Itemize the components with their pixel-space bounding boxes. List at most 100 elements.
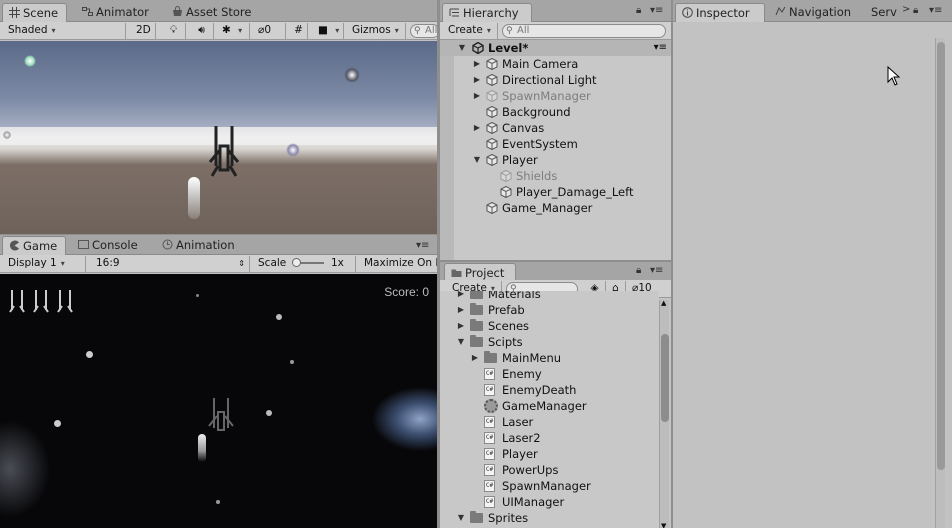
expand-arrow-icon[interactable]: ▼ — [457, 40, 467, 56]
hierarchy-item[interactable]: ▶ Canvas — [440, 120, 671, 136]
expand-arrow-icon[interactable]: ▶ — [456, 318, 466, 334]
hierarchy-item[interactable]: Player_Damage_Left — [440, 184, 671, 200]
scroll-down-icon[interactable]: ▼ — [661, 522, 666, 528]
gizmos-dropdown[interactable]: Gizmos — [348, 23, 406, 39]
hierarchy-item[interactable]: ▶ Directional Light — [440, 72, 671, 88]
aspect-dropdown[interactable]: 16:9 ⇕ — [92, 256, 250, 272]
panel-menu-icon[interactable]: ▾≡ — [416, 240, 429, 251]
expand-arrow-icon[interactable]: ▶ — [470, 350, 480, 366]
inspector-scroll-thumb[interactable] — [937, 42, 945, 470]
camera-dropdown[interactable]: ■ — [314, 23, 344, 39]
csharp-script-icon: C# — [484, 368, 495, 380]
panel-menu-icon[interactable]: ▾≡ — [650, 5, 663, 16]
project-scroll-thumb[interactable] — [661, 334, 669, 422]
project-item[interactable]: ▼ Sprites — [440, 510, 659, 526]
grid-toggle-button[interactable]: # — [290, 23, 308, 39]
updown-icon: ⇕ — [238, 259, 245, 268]
gameobject-cube-icon — [486, 121, 498, 135]
hierarchy-item[interactable]: Game_Manager — [440, 200, 671, 216]
hierarchy-create-button[interactable]: Create — [444, 23, 498, 39]
inspector-scrollbar[interactable] — [935, 38, 945, 528]
expand-arrow-icon[interactable]: ▶ — [456, 302, 466, 318]
expand-arrow-icon[interactable]: ▶ — [472, 88, 482, 104]
hierarchy-item[interactable]: ▶ SpawnManager — [440, 88, 671, 104]
project-item[interactable]: C# UIManager — [440, 494, 659, 510]
scene-root-row[interactable]: ▼ Level* ▾≡ — [440, 40, 671, 56]
shading-dropdown[interactable]: Shaded — [4, 23, 126, 39]
star — [216, 500, 220, 504]
aspect-label: 16:9 — [96, 257, 120, 269]
tab-scroll-right-icon[interactable]: > — [902, 4, 910, 15]
scale-control[interactable]: Scale 1x — [254, 256, 356, 272]
scale-slider-handle[interactable] — [291, 258, 301, 267]
game-viewport[interactable]: Score: 0 — [0, 274, 437, 528]
tab-services[interactable]: Serv — [865, 3, 905, 22]
vertical-divider[interactable] — [437, 0, 440, 528]
horizontal-divider[interactable] — [0, 234, 437, 235]
project-item[interactable]: C# Enemy — [440, 366, 659, 382]
star-sprite — [24, 55, 36, 67]
horizontal-divider[interactable] — [440, 260, 671, 262]
tab-animator[interactable]: Animator — [76, 3, 157, 22]
hierarchy-item[interactable]: EventSystem — [440, 136, 671, 152]
tab-navigation[interactable]: Navigation — [769, 3, 859, 22]
expand-arrow-icon[interactable]: ▶ — [472, 56, 482, 72]
hidden-objects-toggle[interactable]: ⌀0 — [254, 23, 286, 39]
project-item[interactable]: C# EnemyDeath — [440, 382, 659, 398]
project-item[interactable]: C# PowerUps — [440, 462, 659, 478]
hierarchy-item[interactable]: ▼ Player — [440, 152, 671, 168]
csharp-script-icon: C# — [484, 432, 495, 444]
vertical-divider[interactable] — [671, 0, 673, 528]
panel-menu-icon[interactable]: ▾≡ — [650, 265, 663, 276]
hierarchy-item[interactable]: ▶ Main Camera — [440, 56, 671, 72]
scene-tabbar: Scene Animator Asset Store — [0, 0, 437, 22]
scene-search-input[interactable]: ⚲ All — [410, 24, 437, 38]
project-item[interactable]: ▶ Scenes — [440, 318, 659, 334]
tab-inspector[interactable]: Inspector — [675, 3, 765, 22]
collapse-arrow-icon[interactable]: ▼ — [456, 334, 466, 350]
audio-toggle-button[interactable]: 🔊︎ — [190, 23, 214, 39]
expand-arrow-icon[interactable]: ▶ — [456, 291, 466, 302]
project-item[interactable]: GameManager — [440, 398, 659, 414]
hierarchy-item[interactable]: Shields — [440, 168, 671, 184]
hierarchy-search-input[interactable]: ⚲ All — [502, 24, 666, 38]
display-label: Display 1 — [8, 257, 57, 269]
lighting-toggle-button[interactable]: 💡︎ — [162, 23, 186, 39]
tab-asset-store[interactable]: Asset Store — [166, 3, 260, 22]
project-item[interactable]: C# SpawnManager — [440, 478, 659, 494]
hierarchy-item[interactable]: Background — [440, 104, 671, 120]
scene-viewport[interactable] — [0, 41, 437, 234]
project-item[interactable]: ▶ Prefab — [440, 302, 659, 318]
scroll-up-icon[interactable]: ▲ — [661, 299, 666, 307]
project-item[interactable]: C# Laser — [440, 414, 659, 430]
expand-arrow-icon[interactable]: ▶ — [472, 72, 482, 88]
project-item[interactable]: ▼ Scipts — [440, 334, 659, 350]
display-dropdown[interactable]: Display 1 — [4, 256, 86, 272]
project-item[interactable]: C# Laser2 — [440, 430, 659, 446]
collapse-arrow-icon[interactable]: ▼ — [472, 152, 482, 168]
lock-icon[interactable]: 🔒︎ — [636, 5, 641, 16]
scale-value: 1x — [330, 257, 344, 269]
maximize-on-play-toggle[interactable]: Maximize On P — [360, 256, 437, 272]
project-item[interactable]: ▶ MainMenu — [440, 350, 659, 366]
collapse-arrow-icon[interactable]: ▼ — [456, 510, 466, 526]
project-item[interactable]: C# Player — [440, 446, 659, 462]
lock-icon[interactable]: 🔒︎ — [913, 5, 918, 16]
tab-animation[interactable]: Animation — [156, 236, 243, 255]
project-item[interactable]: ▶ Materials — [440, 291, 659, 302]
scene-menu-icon[interactable]: ▾≡ — [654, 40, 667, 56]
expand-arrow-icon[interactable]: ▶ — [472, 120, 482, 136]
tab-console[interactable]: Console — [72, 236, 146, 255]
lock-icon[interactable]: 🔒︎ — [636, 265, 641, 276]
star-sprite — [286, 143, 300, 157]
scale-slider[interactable] — [291, 258, 324, 267]
star — [276, 314, 282, 320]
tab-hierarchy[interactable]: Hierarchy — [442, 3, 532, 22]
toggle-2d-button[interactable]: 2D — [132, 23, 156, 39]
game-toolbar: Display 1 16:9 ⇕ Scale 1x Maximize On P — [0, 255, 437, 273]
panel-menu-icon[interactable]: ▾≡ — [929, 5, 942, 16]
effects-dropdown[interactable]: ✱ — [218, 23, 250, 39]
tab-game[interactable]: Game — [2, 236, 67, 255]
project-scrollbar[interactable]: ▲ ▼ — [659, 299, 669, 528]
tab-scene[interactable]: Scene — [2, 3, 68, 22]
